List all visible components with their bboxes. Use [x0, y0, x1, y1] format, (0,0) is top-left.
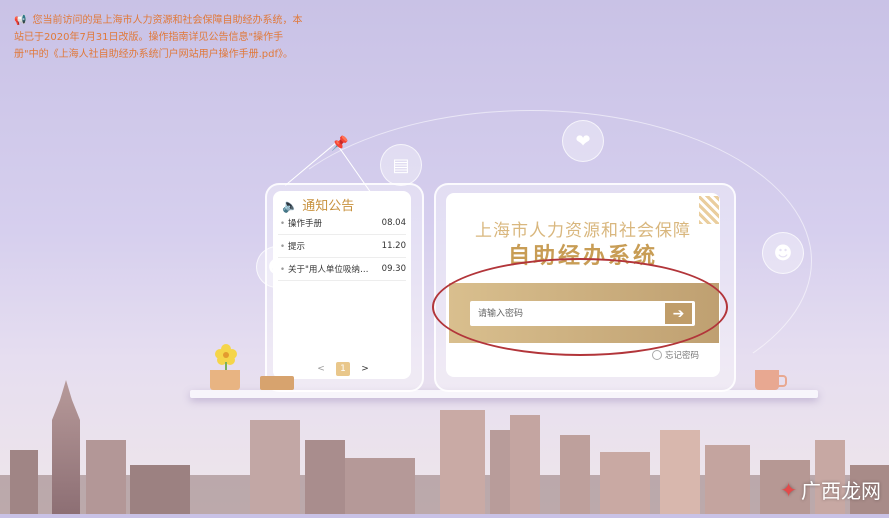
notice-text: 您当前访问的是上海市人力资源和社会保障自助经办系统，本站已于2020年7月31日…: [14, 15, 303, 60]
city-skyline: [0, 380, 889, 514]
notice-item-title[interactable]: 关于"用人单位吸纳就业...: [278, 263, 374, 275]
notice-item[interactable]: 关于"用人单位吸纳就业... 09.30: [278, 258, 406, 281]
hands-heart-icon: ❤: [562, 120, 604, 162]
watermark-logo-icon: ✦: [780, 477, 797, 502]
site-notice: 📢 您当前访问的是上海市人力资源和社会保障自助经办系统，本站已于2020年7月31…: [14, 12, 304, 63]
notice-item[interactable]: 操作手册 08.04: [278, 212, 406, 235]
worker-icon: ☻: [762, 232, 804, 274]
document-icon: ▤: [380, 144, 422, 186]
forgot-password-link[interactable]: 忘记密码: [652, 349, 699, 361]
pagination: < 1 >: [314, 362, 372, 376]
annotation-circle: [432, 258, 728, 356]
noticeboard-list: 操作手册 08.04 提示 11.20 关于"用人单位吸纳就业... 09.30: [278, 212, 406, 281]
megaphone-icon: 📢: [14, 15, 27, 26]
notice-item-date: 09.30: [381, 264, 406, 274]
current-page-button[interactable]: 1: [336, 362, 350, 376]
notice-item-title[interactable]: 操作手册: [278, 217, 322, 229]
notice-item-title[interactable]: 提示: [278, 240, 305, 252]
notice-item-date: 11.20: [381, 241, 406, 251]
next-page-button[interactable]: >: [358, 362, 372, 376]
lock-icon: [652, 350, 662, 360]
watermark: ✦ 广西龙网: [780, 477, 881, 504]
prev-page-button[interactable]: <: [314, 362, 328, 376]
pushpin-icon: 📌: [331, 136, 349, 152]
notice-item-date: 08.04: [381, 218, 406, 228]
notice-item[interactable]: 提示 11.20: [278, 235, 406, 258]
